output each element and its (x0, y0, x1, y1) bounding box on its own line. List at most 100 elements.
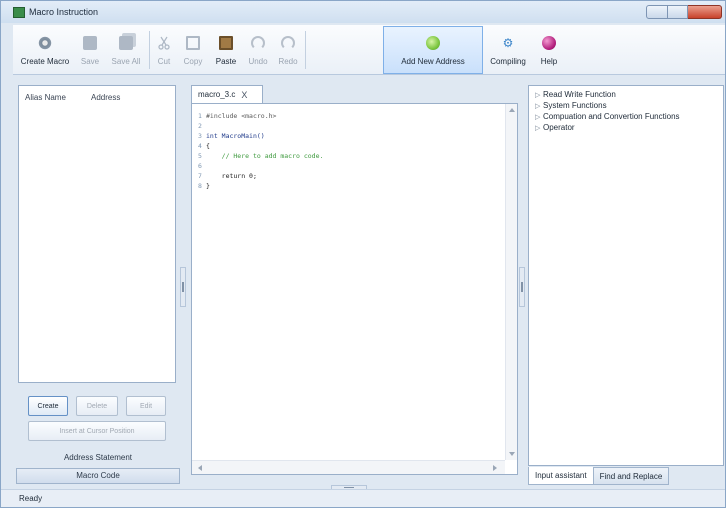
status-text: Ready (19, 494, 43, 503)
splitter-grip (521, 282, 523, 292)
copy-button[interactable]: Copy (179, 27, 207, 73)
undo-button[interactable]: Undo (245, 27, 271, 73)
scissors-icon (157, 36, 171, 50)
help-label: Help (540, 57, 558, 66)
tree-item-operator[interactable]: ▷ Operator (535, 123, 575, 134)
scroll-up-arrow-icon[interactable] (509, 108, 515, 112)
macro-instruction-window: Macro Instruction Create Macro Save Save… (0, 0, 726, 508)
line-number: 1 (198, 112, 202, 120)
line-text: int MacroMain() (206, 132, 265, 140)
save-label: Save (80, 57, 100, 66)
alias-name-header[interactable]: Alias Name (25, 93, 66, 102)
title-bar: Macro Instruction (1, 1, 725, 23)
redo-label: Redo (278, 57, 298, 66)
scroll-right-arrow-icon[interactable] (493, 465, 497, 471)
function-tree-panel: ▷ Read Write Function ▷ System Functions ▷… (528, 85, 724, 466)
scroll-left-arrow-icon[interactable] (198, 465, 202, 471)
copy-label: Copy (183, 57, 203, 66)
code-line: 4{ (198, 142, 210, 152)
paste-button[interactable]: Paste (211, 27, 241, 73)
save-all-icon (119, 36, 133, 50)
right-splitter[interactable] (519, 267, 525, 307)
help-icon (542, 36, 556, 50)
expand-arrow-icon[interactable]: ▷ (535, 124, 543, 132)
line-number: 8 (198, 182, 202, 190)
code-line: 8} (198, 182, 210, 192)
save-button[interactable]: Save (77, 27, 103, 73)
address-list-panel[interactable]: Alias Name Address (18, 85, 176, 383)
tab-input-assistant[interactable]: Input assistant (528, 467, 594, 485)
copy-icon (186, 36, 200, 50)
minimize-button[interactable] (646, 5, 668, 19)
window-controls (646, 5, 722, 19)
create-macro-button[interactable]: Create Macro (19, 27, 71, 73)
code-editor[interactable]: 1 #include <macro.h> 2 3 int MacroMain() 4… (191, 103, 518, 475)
line-text: #include <macro.h> (206, 112, 277, 120)
toolbar-separator (305, 31, 306, 69)
expand-arrow-icon[interactable]: ▷ (535, 113, 543, 121)
save-icon (83, 36, 97, 50)
undo-label: Undo (248, 57, 268, 66)
close-window-button[interactable] (688, 5, 722, 19)
create-button[interactable]: Create (28, 396, 68, 416)
line-number: 4 (198, 142, 202, 150)
gear-icon (38, 36, 52, 50)
toolbar-separator (149, 31, 150, 69)
address-header[interactable]: Address (91, 93, 120, 102)
app-icon (13, 7, 25, 18)
line-number: 7 (198, 172, 202, 180)
code-line: 3 int MacroMain() (198, 132, 265, 142)
editor-vertical-scrollbar[interactable] (505, 104, 517, 460)
delete-button[interactable]: Delete (76, 396, 118, 416)
insert-at-cursor-button[interactable]: Insert at Cursor Position (28, 421, 166, 441)
help-button[interactable]: Help (535, 27, 563, 73)
window-title: Macro Instruction (29, 7, 99, 17)
macro-code-tab[interactable]: Macro Code (16, 468, 180, 484)
code-line: 6 (198, 162, 206, 172)
maximize-button[interactable] (668, 5, 688, 19)
splitter-grip (182, 282, 184, 292)
line-text: { (206, 142, 210, 150)
tab-find-and-replace[interactable]: Find and Replace (592, 467, 670, 485)
edit-button[interactable]: Edit (126, 396, 166, 416)
code-line: 5 // Here to add macro code. (198, 152, 323, 162)
save-all-label: Save All (111, 57, 141, 66)
expand-arrow-icon[interactable]: ▷ (535, 102, 543, 110)
compiling-button[interactable]: ⚙ Compiling (487, 27, 529, 73)
code-line: 7 return 0; (198, 172, 257, 182)
tree-item-system-functions[interactable]: ▷ System Functions (535, 101, 607, 112)
cut-label: Cut (157, 57, 171, 66)
paste-label: Paste (215, 57, 237, 66)
cut-button[interactable]: Cut (153, 27, 175, 73)
line-number: 6 (198, 162, 202, 170)
editor-horizontal-scrollbar[interactable] (192, 460, 505, 474)
status-bar: Ready (1, 489, 725, 507)
line-text: return 0; (206, 172, 257, 180)
clipboard-icon (219, 36, 233, 50)
tree-item-computation[interactable]: ▷ Compuation and Convertion Functions (535, 112, 680, 123)
line-number: 3 (198, 132, 202, 140)
line-text: // Here to add macro code. (206, 152, 324, 160)
add-address-icon (426, 36, 440, 50)
create-macro-label: Create Macro (20, 57, 70, 66)
redo-button[interactable]: Redo (275, 27, 301, 73)
main-toolbar: Create Macro Save Save All Cut Copy Past… (13, 25, 725, 75)
code-line: 2 (198, 122, 206, 132)
undo-icon (251, 36, 265, 50)
add-new-address-button[interactable]: Add New Address (383, 26, 483, 74)
expand-arrow-icon[interactable]: ▷ (535, 91, 543, 99)
line-text: } (206, 182, 210, 190)
close-tab-icon[interactable]: X (241, 90, 247, 100)
editor-tab-label: macro_3.c (198, 90, 236, 99)
redo-icon (281, 36, 295, 50)
compiling-label: Compiling (490, 57, 526, 66)
scroll-down-arrow-icon[interactable] (509, 452, 515, 456)
splitter-grip (344, 487, 354, 488)
tree-item-read-write[interactable]: ▷ Read Write Function (535, 90, 616, 101)
tree-item-label: Compuation and Convertion Functions (543, 112, 680, 121)
editor-tab-macro-3[interactable]: macro_3.c X (191, 85, 263, 103)
right-panel-tabs: Input assistant Find and Replace (528, 467, 670, 487)
line-number: 2 (198, 122, 202, 130)
left-splitter[interactable] (180, 267, 186, 307)
save-all-button[interactable]: Save All (107, 27, 145, 73)
